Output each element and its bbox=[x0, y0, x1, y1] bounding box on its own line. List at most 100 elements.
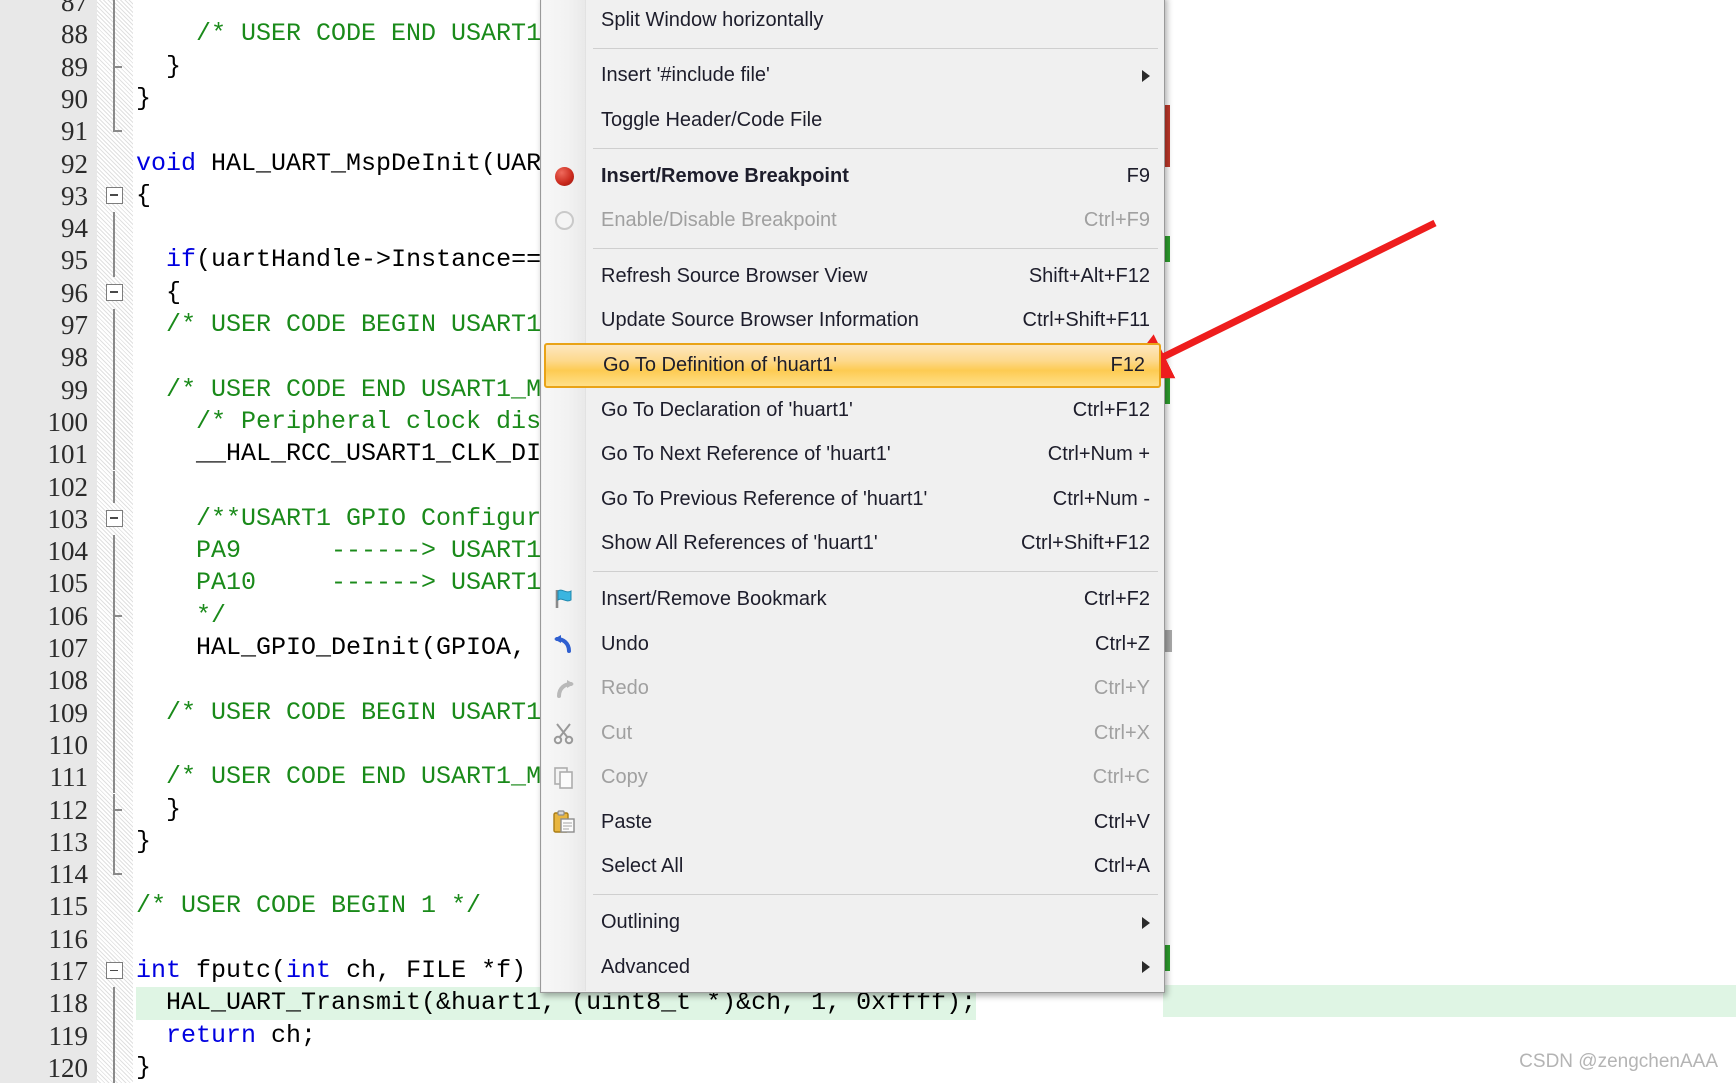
menu-item-insert-remove-breakpoint[interactable]: Insert/Remove Breakpoint F9 bbox=[541, 154, 1164, 199]
menu-items-container[interactable]: Split Window horizontally Insert '#includ… bbox=[541, 0, 1164, 989]
menu-item-label: Paste bbox=[601, 810, 653, 833]
line-number: 103 bbox=[47, 503, 89, 534]
menu-separator bbox=[593, 571, 1158, 573]
menu-item-label: Go To Previous Reference of 'huart1' bbox=[601, 487, 928, 510]
menu-item-label: Refresh Source Browser View bbox=[601, 264, 868, 287]
menu-item-outlining[interactable]: Outlining bbox=[541, 900, 1164, 945]
line-number: 105 bbox=[47, 568, 89, 599]
line-number: 106 bbox=[47, 600, 89, 631]
menu-item-shortcut: F12 bbox=[1110, 353, 1145, 376]
line-number: 104 bbox=[47, 536, 89, 567]
copy-pages-icon bbox=[551, 765, 577, 791]
code-line-text[interactable]: } bbox=[136, 51, 181, 83]
line-number: 87 bbox=[61, 0, 88, 17]
menu-item-select-all[interactable]: Select All Ctrl+A bbox=[541, 845, 1164, 890]
menu-item-shortcut: Ctrl+Num - bbox=[1052, 487, 1150, 510]
code-line-text[interactable]: } bbox=[136, 1052, 151, 1083]
menu-item-shortcut: Ctrl+A bbox=[1093, 855, 1150, 878]
menu-item-label: Cut bbox=[601, 721, 633, 744]
menu-item-shortcut: Ctrl+V bbox=[1093, 810, 1150, 833]
line-number: 118 bbox=[48, 988, 89, 1019]
menu-item-shortcut: Ctrl+C bbox=[1092, 766, 1150, 789]
line-number: 89 bbox=[61, 51, 88, 82]
menu-separator bbox=[593, 47, 1158, 49]
submenu-chevron-right-icon bbox=[1142, 69, 1150, 82]
line-number: 109 bbox=[47, 697, 89, 728]
menu-item-label: Advanced bbox=[601, 955, 690, 978]
line-number: 112 bbox=[48, 794, 89, 825]
menu-item-paste[interactable]: Paste Ctrl+V bbox=[541, 800, 1164, 845]
redo-arrow-icon bbox=[551, 676, 577, 702]
editor-context-menu[interactable]: Split Window horizontally Insert '#includ… bbox=[540, 0, 1165, 994]
code-line-text[interactable]: } bbox=[136, 794, 181, 826]
menu-item-label: Enable/Disable Breakpoint bbox=[601, 209, 837, 232]
menu-item-cut: Cut Ctrl+X bbox=[541, 711, 1164, 756]
line-number: 98 bbox=[61, 342, 88, 373]
menu-item-undo[interactable]: Undo Ctrl+Z bbox=[541, 622, 1164, 667]
menu-item-redo: Redo Ctrl+Y bbox=[541, 666, 1164, 711]
menu-item-refresh-source-browser-view[interactable]: Refresh Source Browser View Shift+Alt+F12 bbox=[541, 254, 1164, 299]
menu-item-update-source-browser-information[interactable]: Update Source Browser Information Ctrl+Sh… bbox=[541, 299, 1164, 344]
submenu-chevron-right-icon bbox=[1142, 961, 1150, 974]
line-number: 95 bbox=[61, 245, 88, 276]
line-number: 94 bbox=[61, 213, 88, 244]
menu-item-go-to-previous-reference-of-huart1[interactable]: Go To Previous Reference of 'huart1' Ctrl… bbox=[541, 477, 1164, 522]
code-line-text[interactable]: { bbox=[136, 277, 181, 309]
code-line-text[interactable]: { bbox=[136, 180, 151, 212]
menu-item-copy: Copy Ctrl+C bbox=[541, 756, 1164, 801]
menu-item-shortcut: Ctrl+Y bbox=[1093, 677, 1150, 700]
menu-item-label: Undo bbox=[601, 632, 649, 655]
menu-item-insert-remove-bookmark[interactable]: Insert/Remove Bookmark Ctrl+F2 bbox=[541, 577, 1164, 622]
menu-item-show-all-references-of-huart1[interactable]: Show All References of 'huart1' Ctrl+Shif… bbox=[541, 522, 1164, 567]
code-line-text[interactable]: */ bbox=[136, 600, 226, 632]
menu-item-label: Toggle Header/Code File bbox=[601, 108, 823, 131]
menu-item-label: Go To Next Reference of 'huart1' bbox=[601, 443, 891, 466]
line-number: 117 bbox=[48, 956, 89, 986]
code-line-text[interactable]: } bbox=[136, 83, 151, 115]
menu-item-label: Redo bbox=[601, 677, 649, 700]
breakpoint-filled-icon bbox=[551, 163, 577, 189]
line-number: 96 bbox=[61, 277, 88, 308]
menu-item-shortcut: Ctrl+F9 bbox=[1083, 209, 1150, 232]
line-number: 92 bbox=[61, 148, 88, 179]
watermark-text: CSDN @zengchenAAA bbox=[1519, 1051, 1718, 1072]
line-number: 100 bbox=[47, 406, 89, 437]
menu-item-insert-include-file[interactable]: Insert '#include file' bbox=[541, 54, 1164, 99]
menu-item-go-to-definition-of-huart1[interactable]: Go To Definition of 'huart1' F12 bbox=[544, 343, 1161, 388]
breakpoint-hollow-icon bbox=[551, 208, 577, 234]
line-number: 120 bbox=[47, 1052, 89, 1083]
line-number: 93 bbox=[61, 180, 88, 211]
code-line-text[interactable]: return ch; bbox=[136, 1020, 316, 1052]
code-line-text[interactable]: PA9 ------> USART1_TX bbox=[136, 535, 586, 567]
line-number: 108 bbox=[47, 665, 89, 696]
menu-item-shortcut: Ctrl+X bbox=[1093, 721, 1150, 744]
code-line-text[interactable]: PA10 ------> USART1_RX bbox=[136, 567, 586, 599]
line-number: 116 bbox=[48, 923, 89, 954]
menu-item-shortcut: Shift+Alt+F12 bbox=[1028, 264, 1150, 287]
line-number: 102 bbox=[47, 471, 89, 502]
menu-item-advanced[interactable]: Advanced bbox=[541, 945, 1164, 990]
line-number: 115 bbox=[48, 891, 89, 922]
menu-item-label: Go To Declaration of 'huart1' bbox=[601, 398, 853, 421]
menu-item-split-window-horizontally[interactable]: Split Window horizontally bbox=[541, 0, 1164, 43]
menu-item-label: Outlining bbox=[601, 911, 680, 934]
menu-item-go-to-declaration-of-huart1[interactable]: Go To Declaration of 'huart1' Ctrl+F12 bbox=[541, 388, 1164, 433]
code-line[interactable]: 119 return ch; bbox=[0, 1020, 1736, 1052]
menu-item-toggle-header-code-file[interactable]: Toggle Header/Code File bbox=[541, 98, 1164, 143]
clipboard-icon bbox=[551, 809, 577, 835]
bookmark-flag-icon bbox=[551, 586, 577, 612]
menu-item-label: Copy bbox=[601, 766, 648, 789]
scissors-icon bbox=[551, 720, 577, 746]
code-line-text[interactable]: int fputc(int ch, FILE *f) bbox=[136, 955, 526, 987]
code-line-text[interactable]: } bbox=[136, 826, 151, 858]
menu-separator bbox=[593, 894, 1158, 896]
menu-item-label: Update Source Browser Information bbox=[601, 309, 919, 332]
code-line[interactable]: 120} bbox=[0, 1052, 1736, 1083]
menu-item-enable-disable-breakpoint: Enable/Disable Breakpoint Ctrl+F9 bbox=[541, 198, 1164, 243]
code-line-text[interactable]: /* USER CODE BEGIN 1 */ bbox=[136, 890, 481, 922]
line-number: 101 bbox=[47, 439, 89, 470]
menu-item-shortcut: Ctrl+F12 bbox=[1072, 398, 1150, 421]
menu-item-go-to-next-reference-of-huart1[interactable]: Go To Next Reference of 'huart1' Ctrl+Num… bbox=[541, 432, 1164, 477]
menu-separator bbox=[593, 147, 1158, 149]
line-number: 113 bbox=[48, 826, 89, 857]
